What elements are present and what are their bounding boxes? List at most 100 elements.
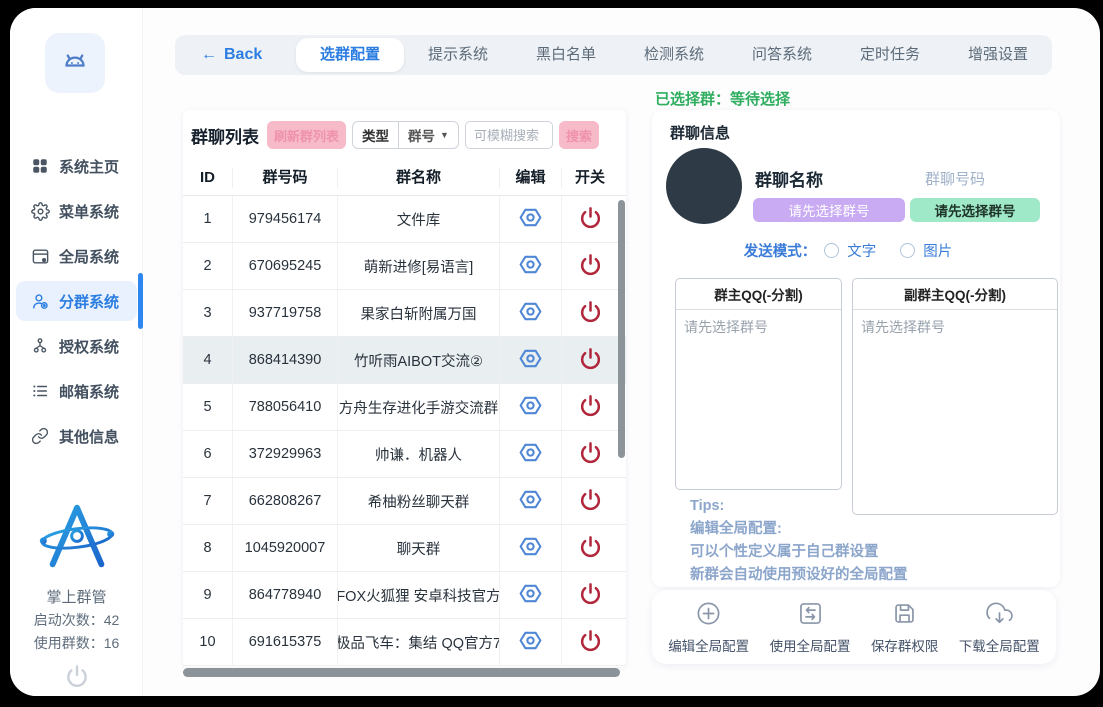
tab-scheduled-tasks[interactable]: 定时任务 [836, 38, 944, 72]
sidebar-item-global[interactable]: 全局系统 [16, 236, 137, 276]
table-row[interactable]: 10 691615375 极品飞车：集结 QQ官方7 [183, 619, 626, 666]
row-id: 7 [183, 478, 233, 524]
launch-count: 启动次数：42 [10, 610, 143, 630]
toggle-group-button[interactable] [562, 619, 618, 665]
edit-group-button[interactable] [500, 384, 562, 430]
toggle-group-button[interactable] [562, 572, 618, 618]
edit-group-button[interactable] [500, 525, 562, 571]
power-icon [578, 628, 603, 657]
power-off-button[interactable] [10, 663, 143, 694]
toggle-group-button[interactable] [562, 478, 618, 524]
owner-qq-textarea[interactable] [676, 310, 841, 489]
admin-qq-textarea[interactable] [853, 310, 1057, 514]
edit-group-button[interactable] [500, 243, 562, 289]
nodes-icon [30, 337, 50, 355]
group-info-card: 群聊信息 群聊名称 群聊号码 请先选择群号 请先选择群号 发送模式： 文字 图片… [652, 110, 1060, 587]
table-row[interactable]: 6 372929963 帅谦．机器人 [183, 431, 626, 478]
edit-hexnut-icon [518, 628, 543, 657]
table-row[interactable]: 8 1045920007 聊天群 [183, 525, 626, 572]
table-row[interactable]: 1 979456174 文件库 [183, 196, 626, 243]
edit-hexnut-icon [518, 346, 543, 375]
group-name-placeholder-button[interactable]: 请先选择群号 [753, 198, 905, 222]
group-avatar [666, 148, 742, 224]
radio-text-label[interactable]: 文字 [847, 240, 876, 261]
edit-group-button[interactable] [500, 619, 562, 665]
admin-qq-header: 副群主QQ(-分割) [853, 279, 1057, 310]
row-id: 8 [183, 525, 233, 571]
toggle-group-button[interactable] [562, 525, 618, 571]
used-group-count: 使用群数：16 [10, 633, 143, 653]
table-row[interactable]: 3 937719758 果家白斩附属万国 [183, 290, 626, 337]
filter-group: 类型 群号▼ [352, 121, 459, 149]
row-number: 868414390 [233, 337, 338, 383]
row-number: 788056410 [233, 384, 338, 430]
radio-text-mode[interactable] [824, 243, 839, 258]
edit-group-button[interactable] [500, 431, 562, 477]
refresh-list-button[interactable]: 刷新群列表 [267, 121, 346, 149]
table-row[interactable]: 4 868414390 竹听雨AIBOT交流② [183, 337, 626, 384]
col-header-edit: 编辑 [500, 168, 562, 188]
save-icon [891, 600, 918, 632]
toggle-group-button[interactable] [562, 196, 618, 242]
plus-circle-icon [695, 600, 722, 632]
row-id: 4 [183, 337, 233, 383]
radio-image-label[interactable]: 图片 [923, 240, 952, 261]
tips-block: Tips: 编辑全局配置: 可以个性定义属于自己群设置 新群会自动使用预设好的全… [690, 495, 908, 587]
edit-group-button[interactable] [500, 478, 562, 524]
row-number: 662808267 [233, 478, 338, 524]
edit-group-button[interactable] [500, 572, 562, 618]
filter-dropdown[interactable]: 群号▼ [398, 122, 458, 148]
table-row[interactable]: 7 662808267 希柚粉丝聊天群 [183, 478, 626, 525]
use-global-config-button[interactable]: 使用全局配置 [770, 600, 851, 655]
tab-group-config[interactable]: 选群配置 [296, 38, 404, 72]
sidebar-item-menu[interactable]: 菜单系统 [16, 191, 137, 231]
search-button[interactable]: 搜索 [559, 121, 599, 149]
toggle-group-button[interactable] [562, 243, 618, 289]
type-button[interactable]: 类型 [353, 122, 398, 148]
edit-global-config-button[interactable]: 编辑全局配置 [668, 600, 749, 655]
sidebar-item-mail[interactable]: 邮箱系统 [16, 371, 137, 411]
android-icon [58, 44, 92, 83]
row-name: 极品飞车：集结 QQ官方7 [338, 619, 500, 665]
group-number-label: 群聊号码 [925, 168, 985, 189]
save-group-permissions-button[interactable]: 保存群权限 [871, 600, 939, 655]
power-icon [578, 534, 603, 563]
sidebar-item-group[interactable]: 分群系统 [16, 281, 137, 321]
tab-blacklist[interactable]: 黑白名单 [512, 38, 620, 72]
toggle-group-button[interactable] [562, 290, 618, 336]
sidebar-item-label: 全局系统 [59, 246, 119, 267]
sidebar-item-home[interactable]: 系统主页 [16, 146, 137, 186]
sidebar-item-auth[interactable]: 授权系统 [16, 326, 137, 366]
toggle-group-button[interactable] [562, 431, 618, 477]
edit-group-button[interactable] [500, 290, 562, 336]
tab-prompt-system[interactable]: 提示系统 [404, 38, 512, 72]
table-row[interactable]: 5 788056410 方舟生存进化手游交流群 [183, 384, 626, 431]
edit-group-button[interactable] [500, 337, 562, 383]
sidebar-item-label: 分群系统 [59, 291, 119, 312]
toggle-group-button[interactable] [562, 337, 618, 383]
search-input[interactable] [465, 121, 553, 149]
top-navbar: ← Back 选群配置 提示系统 黑白名单 检测系统 问答系统 定时任务 增强设… [175, 35, 1052, 75]
back-button[interactable]: ← Back [175, 46, 296, 64]
vertical-scrollbar[interactable] [618, 200, 625, 458]
sidebar-item-other[interactable]: 其他信息 [16, 416, 137, 456]
tab-detect-system[interactable]: 检测系统 [620, 38, 728, 72]
table-row[interactable]: 9 864778940 FOX火狐狸 安卓科技官方 [183, 572, 626, 619]
radio-image-mode[interactable] [900, 243, 915, 258]
toggle-group-button[interactable] [562, 384, 618, 430]
horizontal-scrollbar[interactable] [183, 668, 620, 677]
edit-group-button[interactable] [500, 196, 562, 242]
tab-enhanced-settings[interactable]: 增强设置 [944, 38, 1052, 72]
edit-hexnut-icon [518, 534, 543, 563]
group-number-placeholder-button[interactable]: 请先选择群号 [910, 198, 1040, 222]
row-name: 竹听雨AIBOT交流② [338, 337, 500, 383]
owner-qq-box: 群主QQ(-分割) [675, 278, 842, 490]
row-id: 1 [183, 196, 233, 242]
row-number: 372929963 [233, 431, 338, 477]
table-row[interactable]: 2 670695245 萌新进修[易语言] [183, 243, 626, 290]
row-name: FOX火狐狸 安卓科技官方 [338, 572, 500, 618]
download-global-config-button[interactable]: 下载全局配置 [959, 600, 1040, 655]
tab-qa-system[interactable]: 问答系统 [728, 38, 836, 72]
row-id: 3 [183, 290, 233, 336]
col-header-name: 群名称 [338, 168, 500, 188]
